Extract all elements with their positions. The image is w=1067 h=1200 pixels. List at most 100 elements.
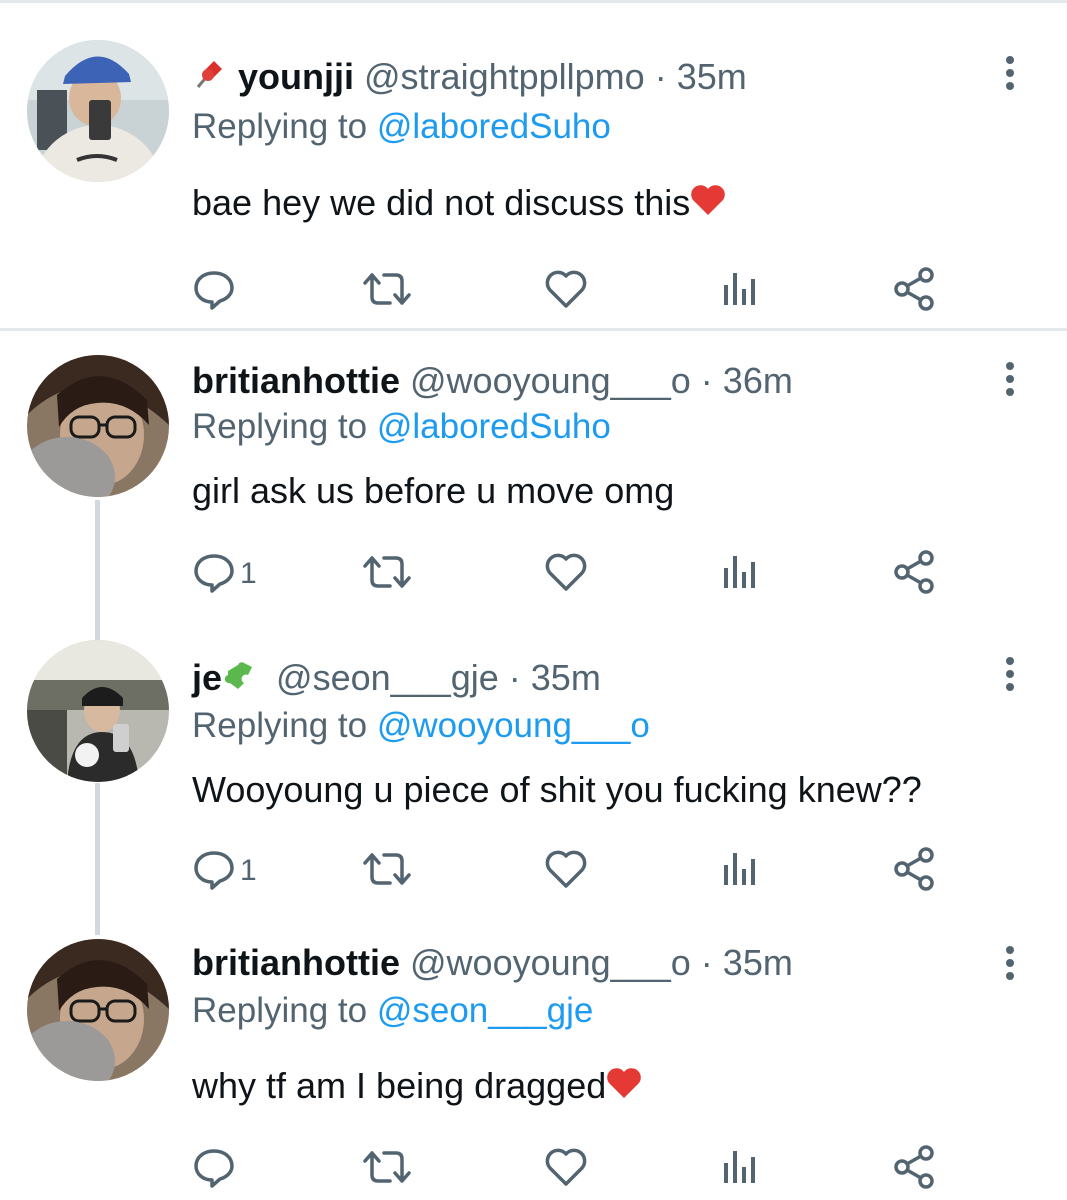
- tweet-header: younjji @straightppllpmo · 35m: [192, 55, 747, 99]
- separator-dot: ·: [700, 942, 713, 983]
- timestamp[interactable]: 35m: [531, 657, 601, 698]
- tweet-text: why tf am I being dragged: [192, 1064, 642, 1110]
- more-icon[interactable]: [1000, 361, 1020, 401]
- views-button[interactable]: [720, 1144, 760, 1194]
- tweet-text: bae hey we did not discuss this: [192, 181, 726, 227]
- avatar[interactable]: [27, 355, 169, 497]
- reply-button[interactable]: 1: [192, 549, 257, 599]
- mention-link[interactable]: @seon___gje: [377, 991, 594, 1030]
- replying-prefix: Replying to: [192, 407, 377, 446]
- more-icon[interactable]: [1000, 55, 1020, 95]
- like-button[interactable]: [544, 846, 588, 896]
- share-icon: [892, 266, 938, 316]
- tweet-header: britianhottie @wooyoung___o · 35m: [192, 941, 793, 985]
- tweet[interactable]: britianhottie @wooyoung___o · 35m Replyi…: [0, 918, 1067, 1200]
- tweet-text: Wooyoung u piece of shit you fucking kne…: [192, 768, 922, 812]
- replying-line: Replying to @laboredSuho: [192, 405, 611, 449]
- action-bar: 1: [192, 549, 1022, 599]
- views-icon: [720, 847, 760, 896]
- replying-line: Replying to @wooyoung___o: [192, 704, 650, 748]
- share-icon: [892, 846, 938, 896]
- tweet-text-content: bae hey we did not discuss this: [192, 182, 691, 223]
- retweet-button[interactable]: [362, 846, 412, 896]
- like-button[interactable]: [544, 549, 588, 599]
- tweet-header: britianhottie @wooyoung___o · 36m: [192, 359, 793, 403]
- action-bar: [192, 1144, 1022, 1194]
- replying-prefix: Replying to: [192, 107, 377, 146]
- avatar[interactable]: [27, 40, 169, 182]
- like-button[interactable]: [544, 1144, 588, 1194]
- reply-icon: [192, 847, 236, 896]
- retweet-icon: [362, 847, 412, 896]
- heart-emoji: [690, 183, 726, 227]
- reply-count: 1: [240, 557, 257, 590]
- views-button[interactable]: [720, 549, 760, 599]
- reply-button[interactable]: 1: [192, 846, 257, 896]
- like-icon: [544, 267, 588, 316]
- views-icon: [720, 267, 760, 316]
- reply-icon: [192, 1145, 236, 1194]
- tweet[interactable]: younjji @straightppllpmo · 35m Replying …: [0, 0, 1067, 332]
- replying-prefix: Replying to: [192, 991, 377, 1030]
- share-button[interactable]: [892, 266, 938, 316]
- timestamp[interactable]: 35m: [677, 56, 747, 97]
- retweet-icon: [362, 550, 412, 599]
- display-name[interactable]: britianhottie: [192, 942, 400, 983]
- share-icon: [892, 1144, 938, 1194]
- reply-button[interactable]: [192, 266, 240, 316]
- user-handle[interactable]: @wooyoung___o: [410, 942, 691, 983]
- like-icon: [544, 1145, 588, 1194]
- separator-dot: ·: [508, 657, 521, 698]
- views-icon: [720, 550, 760, 599]
- display-name[interactable]: younjji: [238, 56, 354, 97]
- share-button[interactable]: [892, 1144, 938, 1194]
- display-name[interactable]: britianhottie: [192, 360, 400, 401]
- tweet-text: girl ask us before u move omg: [192, 469, 674, 513]
- user-handle[interactable]: @seon___gje: [276, 657, 499, 698]
- avatar[interactable]: [27, 939, 169, 1081]
- views-icon: [720, 1145, 760, 1194]
- share-icon: [892, 549, 938, 599]
- retweet-icon: [362, 1145, 412, 1194]
- more-icon[interactable]: [1000, 656, 1020, 696]
- avatar[interactable]: [27, 640, 169, 782]
- tweet-text-content: girl ask us before u move omg: [192, 470, 675, 511]
- replying-line: Replying to @seon___gje: [192, 989, 593, 1033]
- action-bar: 1: [192, 846, 1022, 896]
- views-button[interactable]: [720, 266, 760, 316]
- tweet[interactable]: britianhottie @wooyoung___o · 36m Replyi…: [0, 331, 1067, 631]
- mention-link[interactable]: @laboredSuho: [377, 107, 611, 146]
- reply-icon: [192, 550, 236, 599]
- like-button[interactable]: [544, 266, 588, 316]
- reply-icon: [192, 267, 236, 316]
- mention-link[interactable]: @wooyoung___o: [377, 706, 650, 745]
- reply-feed: younjji @straightppllpmo · 35m Replying …: [0, 0, 1067, 1200]
- mention-link[interactable]: @laboredSuho: [377, 407, 611, 446]
- tweet[interactable]: je @seon___gje · 35m Replying to @wooyou…: [0, 628, 1067, 918]
- user-handle[interactable]: @straightppllpmo: [364, 56, 645, 97]
- views-button[interactable]: [720, 846, 760, 896]
- action-bar: [192, 266, 1022, 316]
- retweet-button[interactable]: [362, 1144, 412, 1194]
- separator-dot: ·: [654, 56, 667, 97]
- replying-line: Replying to @laboredSuho: [192, 105, 611, 149]
- separator-dot: ·: [700, 360, 713, 401]
- retweet-button[interactable]: [362, 266, 412, 316]
- share-button[interactable]: [892, 549, 938, 599]
- like-icon: [544, 550, 588, 599]
- display-name[interactable]: je: [192, 657, 222, 698]
- timestamp[interactable]: 35m: [723, 942, 793, 983]
- share-button[interactable]: [892, 846, 938, 896]
- reply-button[interactable]: [192, 1144, 240, 1194]
- like-icon: [544, 847, 588, 896]
- replying-prefix: Replying to: [192, 706, 377, 745]
- tweet-text-content: why tf am I being dragged: [192, 1065, 607, 1106]
- tweet-header: je @seon___gje · 35m: [192, 656, 601, 700]
- timestamp[interactable]: 36m: [723, 360, 793, 401]
- tweet-text-content: Wooyoung u piece of shit you fucking kne…: [192, 769, 922, 810]
- puzzle-emoji: [222, 657, 262, 703]
- retweet-button[interactable]: [362, 549, 412, 599]
- user-handle[interactable]: @wooyoung___o: [410, 360, 691, 401]
- heart-emoji: [606, 1066, 642, 1110]
- more-icon[interactable]: [1000, 945, 1020, 985]
